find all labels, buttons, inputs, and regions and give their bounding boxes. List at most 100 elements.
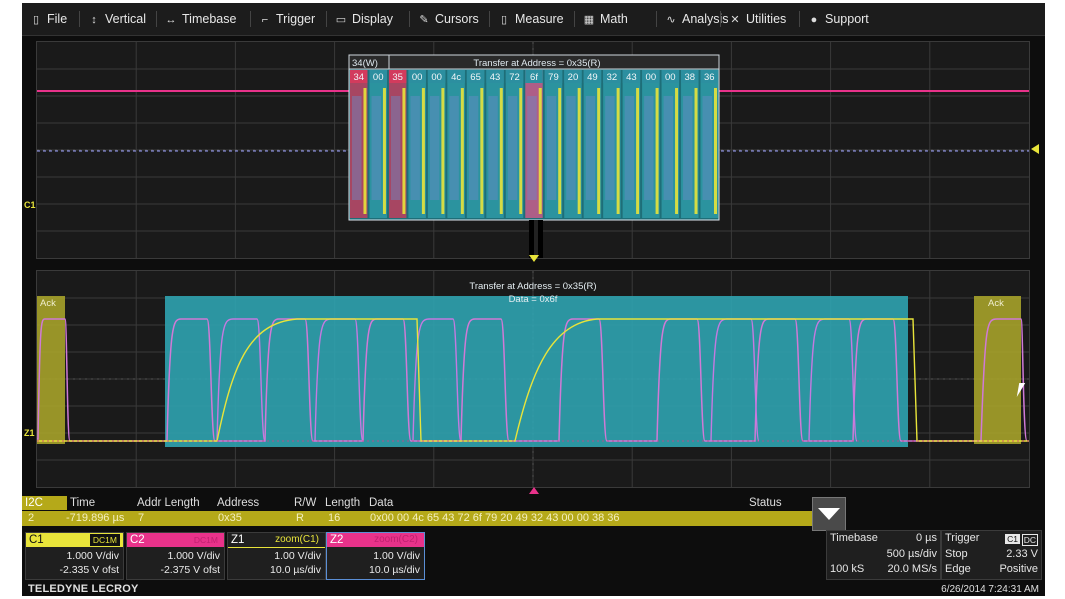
clock-edge [675,88,679,214]
clock-edge [363,88,367,214]
menu-utilities[interactable]: ✕ Utilities [729,9,786,29]
decode-scroll-button[interactable] [812,497,846,531]
clock-edge [616,88,620,214]
channel-descriptor-c1[interactable]: C1 DC1M 1.000 V/div -2.335 V ofst [25,532,124,580]
decode-table[interactable]: I2C Time Addr Length Address R/W Length … [22,496,812,526]
ack-right-label: Ack [988,298,1004,309]
byte-label: 65 [470,72,481,83]
menu-display[interactable]: ▭ Display [335,9,393,29]
row-length: 16 [328,512,341,524]
clock-edge [441,88,445,214]
data-bits [702,96,712,200]
descriptor-scale: 1.00 V/div [373,550,420,562]
menu-separator [409,11,410,27]
channel-descriptor-c2[interactable]: C2 DC1M 1.000 V/div -2.375 V ofst [126,532,225,580]
row-index: 2 [28,512,35,524]
menu-vertical[interactable]: ↕ Vertical [88,9,146,29]
clock-edge [694,88,698,214]
menu-label: Analysis [682,12,729,26]
menu-measure[interactable]: ▯ Measure [498,9,564,29]
menu-analysis[interactable]: ∿ Analysis [665,9,729,29]
timebase-samples: 100 kS [830,563,865,575]
status-footer: TELEDYNE LECROY 6/26/2014 7:24:31 AM [22,583,1045,596]
clock-edge [714,88,717,214]
data-bits [644,96,654,200]
date-time: 6/26/2014 7:24:31 AM [941,584,1039,595]
math-icon: ▦ [583,14,595,26]
menu-separator [156,11,157,27]
byte-label: 00 [412,72,423,83]
descriptor-name: Z2 [330,534,344,546]
menu-file[interactable]: ▯ File [30,9,67,29]
trigger-label: Trigger [945,532,980,544]
menu-separator [574,11,575,27]
file-icon: ▯ [32,14,40,26]
byte-label: 49 [587,72,598,83]
byte-label: 79 [548,72,559,83]
zoom-grid[interactable]: Ack Ack Transfer at Address = 0x35(R) Data … [36,270,1030,488]
menu-timebase[interactable]: ↔ Timebase [165,9,237,29]
byte-label: 00 [373,72,384,83]
zoom-title-line1: Transfer at Address = 0x35(R) [469,281,596,292]
data-bits [566,96,576,200]
clock-edge [636,88,640,214]
trigger-mode: Stop [945,548,968,560]
clock-edge [382,88,386,214]
decode-header-protocol: I2C [22,496,67,510]
trigger-coupling-badge: DC [1021,534,1038,546]
data-bits [585,96,596,200]
data-bits [663,96,674,200]
menu-separator [326,11,327,27]
data-bits [468,96,479,200]
zoom-position-marker-icon[interactable] [529,487,539,494]
decode-header-addr-length: Addr Length [137,497,200,509]
trigger-position-marker-icon[interactable] [529,255,539,262]
clock-edge [460,88,464,214]
clock-edge [519,88,523,214]
descriptor-name: C1 [29,534,44,546]
menu-separator [489,11,490,27]
data-bits [683,96,693,200]
acquisition-grid[interactable]: 34(W) Transfer at Address = 0x35(R) 34 00 35… [36,41,1030,259]
descriptor-tag: DC1M [89,534,120,546]
c1-channel-label[interactable]: C1 [24,200,36,210]
byte-label: 34 [353,72,364,83]
descriptor-offset: -2.335 V ofst [59,564,119,576]
menu-separator [720,11,721,27]
z1-channel-label[interactable]: Z1 [24,428,35,438]
menu-math[interactable]: ▦ Math [583,9,628,29]
menu-label: Utilities [746,12,787,26]
trigger-descriptor[interactable]: Trigger C1 DC Stop 2.33 V Edge Positive [941,530,1042,580]
menu-label: File [47,12,68,26]
menu-label: Display [352,12,393,26]
channel-descriptor-z2[interactable]: Z2 zoom(C2) 1.00 V/div 10.0 µs/div [326,532,425,580]
menu-support[interactable]: ● Support [808,9,869,29]
clock-edge [538,88,542,214]
menu-cursors[interactable]: ✎ Cursors [418,9,478,29]
decode-header-rw: R/W [294,497,317,509]
decode-first-label: 34(W) [352,58,378,69]
byte-label: 4c [451,72,461,83]
byte-label: 6f [530,72,538,83]
data-bits [410,96,420,200]
timebase-descriptor[interactable]: Timebase 0 µs 500 µs/div 100 kS 20.0 MS/… [826,530,941,580]
menu-separator [79,11,80,27]
descriptor-tag: zoom(C2) [374,534,418,545]
descriptor-scale: 1.000 V/div [167,550,220,562]
menu-label: Math [600,12,628,26]
menu-trigger[interactable]: ⌐ Trigger [259,9,315,29]
clock-edge [597,88,601,214]
data-bits [371,96,381,200]
descriptor-scale: 1.00 V/div [274,550,321,562]
table-row[interactable]: 2 -719.896 µs 7 0x35 R 16 0x00 00 4c 65 … [22,511,812,526]
trigger-level-marker-icon[interactable] [1031,144,1039,154]
data-bits [352,96,362,200]
channel-descriptor-z1[interactable]: Z1 zoom(C1) 1.00 V/div 10.0 µs/div [227,532,326,580]
ack-left-box [37,296,65,444]
byte-label: 32 [607,72,618,83]
timebase-delay: 0 µs [915,532,937,544]
zoom-title-line2: Data = 0x6f [509,294,558,305]
analysis-icon: ∿ [666,14,676,26]
byte-label: 00 [665,72,676,83]
trigger-source-badge: C1 [1005,534,1020,544]
